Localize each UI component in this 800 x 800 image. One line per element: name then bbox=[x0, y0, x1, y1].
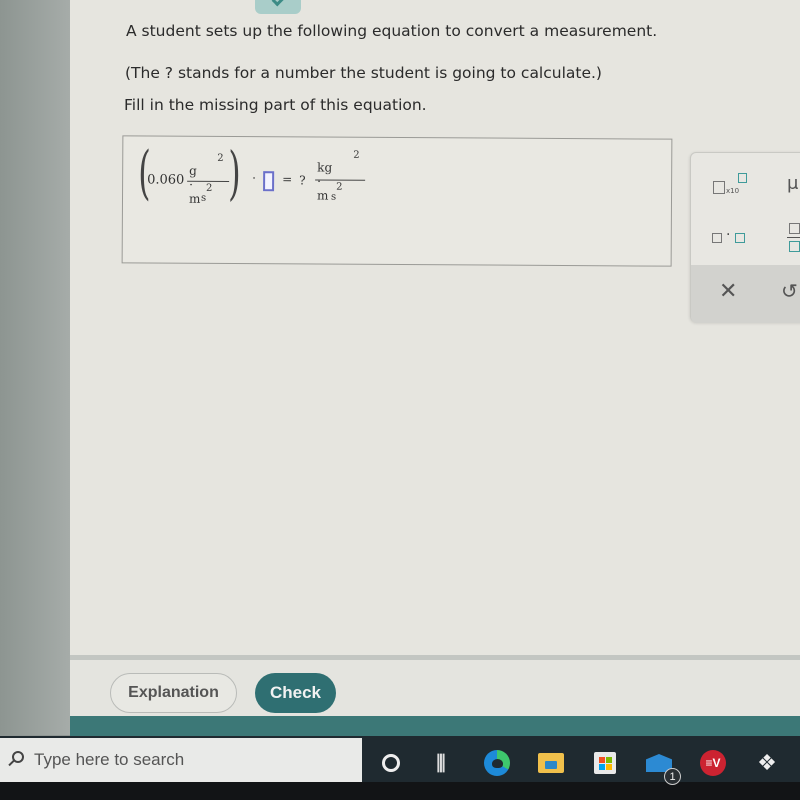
taskbar-edge bbox=[0, 782, 800, 800]
unknown-value: ? bbox=[299, 173, 306, 188]
search-placeholder: Type here to search bbox=[34, 750, 185, 769]
question-line-2: (The ? stands for a number the student i… bbox=[125, 64, 602, 82]
screen: A student sets up the following equation… bbox=[0, 0, 800, 800]
left-denominator-exponent: 2 bbox=[206, 182, 213, 194]
left-box-icon bbox=[712, 233, 722, 243]
cortana-icon bbox=[382, 754, 400, 772]
undo-icon[interactable]: ↺ bbox=[781, 279, 798, 303]
right-box-icon bbox=[735, 233, 745, 243]
file-explorer-button[interactable] bbox=[536, 748, 566, 778]
chevron-down-icon bbox=[271, 0, 285, 7]
left-denominator: s bbox=[200, 192, 207, 204]
task-view-icon: ⫼ bbox=[436, 751, 446, 775]
denominator-box-icon bbox=[789, 241, 800, 252]
right-numerator-exponent: 2 bbox=[353, 149, 360, 161]
store-button[interactable] bbox=[590, 748, 620, 778]
microsoft-store-icon bbox=[594, 752, 616, 774]
clear-icon[interactable]: ✕ bbox=[719, 279, 737, 304]
dot-icon: · bbox=[726, 227, 731, 243]
action-footer: Explanation Check bbox=[70, 655, 800, 723]
dropbox-icon: ❖ bbox=[757, 750, 777, 776]
fraction-bar-icon bbox=[787, 237, 800, 238]
left-margin bbox=[0, 0, 70, 735]
coefficient: 0.060 bbox=[147, 172, 185, 188]
right-paren: ) bbox=[228, 138, 241, 208]
taskbar-search-box[interactable]: Type here to search bbox=[0, 738, 362, 782]
question-line-3: Fill in the missing part of this equatio… bbox=[124, 96, 427, 114]
question-line-1: A student sets up the following equation… bbox=[126, 22, 658, 40]
base-box-icon bbox=[713, 181, 725, 194]
left-numerator-exponent: 2 bbox=[217, 152, 224, 164]
collapse-tab[interactable] bbox=[255, 0, 301, 14]
exponent-box-icon bbox=[738, 173, 747, 183]
right-numerator: kg · m bbox=[316, 160, 333, 203]
equals-sign: = bbox=[282, 172, 293, 187]
multiply-dot: · bbox=[252, 171, 257, 186]
edge-button[interactable] bbox=[482, 748, 512, 778]
expressvpn-button[interactable]: ≡V bbox=[698, 748, 728, 778]
cortana-button[interactable] bbox=[376, 748, 406, 778]
mail-badge: 1 bbox=[664, 768, 681, 785]
dropbox-button[interactable]: ❖ bbox=[752, 748, 782, 778]
palette-actions: ✕ ↺ bbox=[691, 265, 800, 323]
left-numerator: g · m bbox=[188, 163, 201, 206]
task-view-button[interactable]: ⫼ bbox=[426, 748, 456, 778]
explanation-button[interactable]: Explanation bbox=[110, 673, 237, 713]
check-button[interactable]: Check bbox=[255, 673, 336, 713]
missing-part-input[interactable] bbox=[263, 171, 275, 192]
right-denominator: s bbox=[330, 191, 337, 203]
question-page: A student sets up the following equation… bbox=[70, 0, 800, 660]
search-icon bbox=[6, 749, 28, 771]
expressvpn-icon: ≡V bbox=[700, 750, 726, 776]
mu-button[interactable]: μ bbox=[787, 173, 798, 194]
right-denominator-exponent: 2 bbox=[336, 181, 343, 193]
math-palette: x10 μ · ✕ ↺ bbox=[690, 152, 800, 323]
numerator-box-icon bbox=[789, 223, 800, 234]
fraction-button[interactable] bbox=[787, 223, 800, 257]
scientific-notation-button[interactable]: x10 bbox=[711, 171, 751, 197]
file-explorer-icon bbox=[538, 753, 564, 773]
bottom-teal-bar bbox=[70, 716, 800, 738]
edge-browser-icon bbox=[484, 750, 510, 776]
answer-input-area[interactable]: ( 0.060 g · m 2 2 s ) · = ? kg · m 2 2 s bbox=[121, 135, 673, 267]
multiply-button[interactable]: · bbox=[711, 227, 751, 247]
x10-label: x10 bbox=[726, 187, 740, 195]
